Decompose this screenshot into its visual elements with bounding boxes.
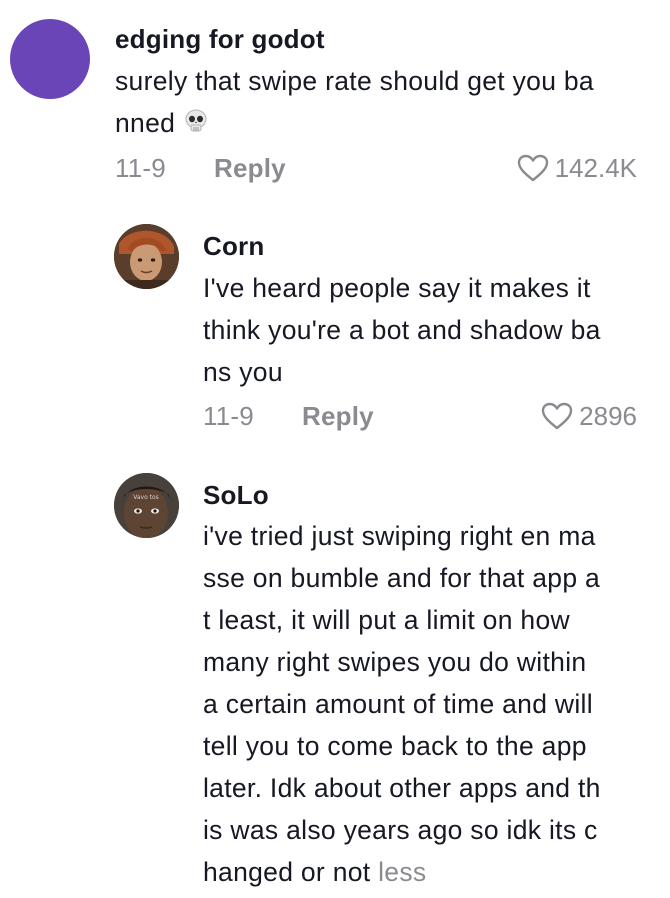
heart-icon (541, 402, 573, 430)
avatar-image: Vavo tos (114, 473, 179, 538)
comment-username[interactable]: SoLo (203, 480, 299, 515)
crescent-moon-icon (271, 480, 299, 515)
like-button[interactable]: 142.4K (517, 153, 637, 184)
comment-text-content: i've tried just swiping right en ma sse … (203, 521, 601, 887)
comment-text: I've heard people say it makes it think … (203, 273, 601, 387)
reply-button[interactable]: Reply (302, 401, 374, 432)
comment-text: i've tried just swiping right en ma sse … (203, 515, 653, 893)
comment-username[interactable]: edging for godot (115, 24, 325, 55)
avatar[interactable]: Vavo tos (114, 473, 179, 538)
like-button[interactable]: 2896 (541, 401, 637, 432)
collapse-less-link[interactable]: less (378, 857, 426, 887)
like-count: 142.4K (554, 152, 637, 183)
avatar[interactable] (114, 224, 179, 289)
avatar[interactable] (10, 19, 90, 99)
comment-date: 11-9 (203, 400, 254, 431)
comment-meta: 11-9 Reply 2896 (203, 398, 637, 434)
avatar-image (114, 224, 179, 289)
heart-icon (517, 154, 549, 182)
reply-button[interactable]: Reply (214, 153, 286, 184)
avatar-text: Vavo tos (133, 494, 159, 501)
comment-username[interactable]: Corn (203, 231, 264, 262)
comment-date: 11-9 (115, 152, 166, 183)
comment-text: surely that swipe rate should get you ba… (115, 60, 655, 146)
like-count: 2896 (579, 400, 637, 431)
comment-username-text: SoLo (203, 480, 269, 510)
comment-meta: 11-9 Reply 142.4K (115, 150, 637, 186)
skull-emoji-icon (183, 104, 209, 146)
